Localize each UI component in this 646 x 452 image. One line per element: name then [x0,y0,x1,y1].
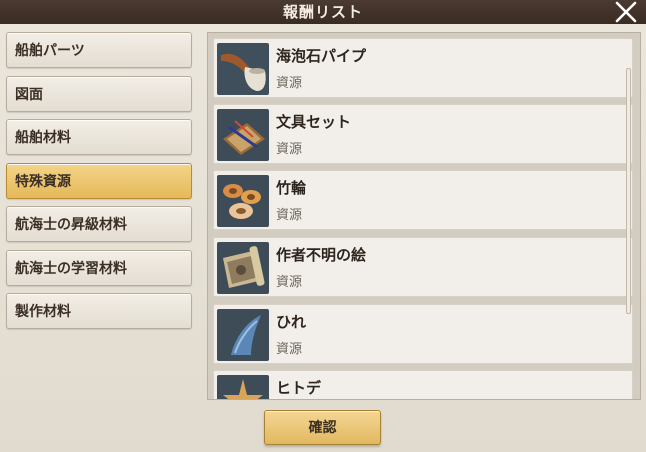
item-type: 資源 [276,208,303,223]
category-label: 製作材料 [15,304,71,320]
list-item[interactable]: ひれ 資源 [213,304,633,364]
item-name: 竹輪 [276,179,307,197]
list-item[interactable]: 海泡石パイプ 資源 [213,38,633,98]
category-special-resources[interactable]: 特殊資源 [6,163,192,199]
category-label: 特殊資源 [15,174,71,190]
close-icon[interactable] [612,0,640,26]
reward-panel: 船舶パーツ 図面 船舶材料 特殊資源 航海士の昇級材料 航海士の学習材料 製作材… [0,24,646,452]
category-label: 航海士の学習材料 [15,261,127,277]
item-type: 資源 [276,76,303,91]
bamboo-rings-icon [217,175,269,227]
category-blueprints[interactable]: 図面 [6,76,192,112]
fin-icon [217,309,269,361]
list-item[interactable]: 竹輪 資源 [213,170,633,230]
reward-item-list[interactable]: 海泡石パイプ 資源 文具セット 資源 竹輪 資源 作者不明の絵 資源 ひれ 資源… [207,32,641,400]
item-name: ヒトデ [276,379,322,397]
category-ship-parts[interactable]: 船舶パーツ [6,32,192,68]
category-crafting-materials[interactable]: 製作材料 [6,293,192,329]
category-label: 図面 [15,87,43,103]
painting-scroll-icon [217,242,269,294]
window-title-bar: 報酬リスト [0,0,646,24]
category-navigator-study-materials[interactable]: 航海士の学習材料 [6,250,192,286]
item-type: 資源 [276,275,303,290]
pipe-icon [217,43,269,95]
item-name: ひれ [276,313,307,331]
item-name: 文具セット [276,113,352,131]
category-navigator-promotion-materials[interactable]: 航海士の昇級材料 [6,206,192,242]
item-type: 資源 [276,342,303,357]
list-item[interactable]: ヒトデ 資源 [213,370,633,399]
window-title: 報酬リスト [282,3,363,21]
list-item[interactable]: 文具セット 資源 [213,104,633,164]
confirm-button-label: 確認 [308,420,337,436]
category-label: 船舶パーツ [15,43,85,59]
list-item[interactable]: 作者不明の絵 資源 [213,237,633,297]
item-name: 海泡石パイプ [276,47,367,65]
stationery-icon [217,109,269,161]
confirm-button[interactable]: 確認 [264,410,381,445]
item-type: 資源 [276,142,303,157]
list-scrollbar[interactable] [626,68,631,314]
starfish-icon [217,375,269,399]
category-label: 船舶材料 [15,130,71,146]
category-label: 航海士の昇級材料 [15,217,127,233]
item-name: 作者不明の絵 [276,246,367,264]
category-ship-materials[interactable]: 船舶材料 [6,119,192,155]
